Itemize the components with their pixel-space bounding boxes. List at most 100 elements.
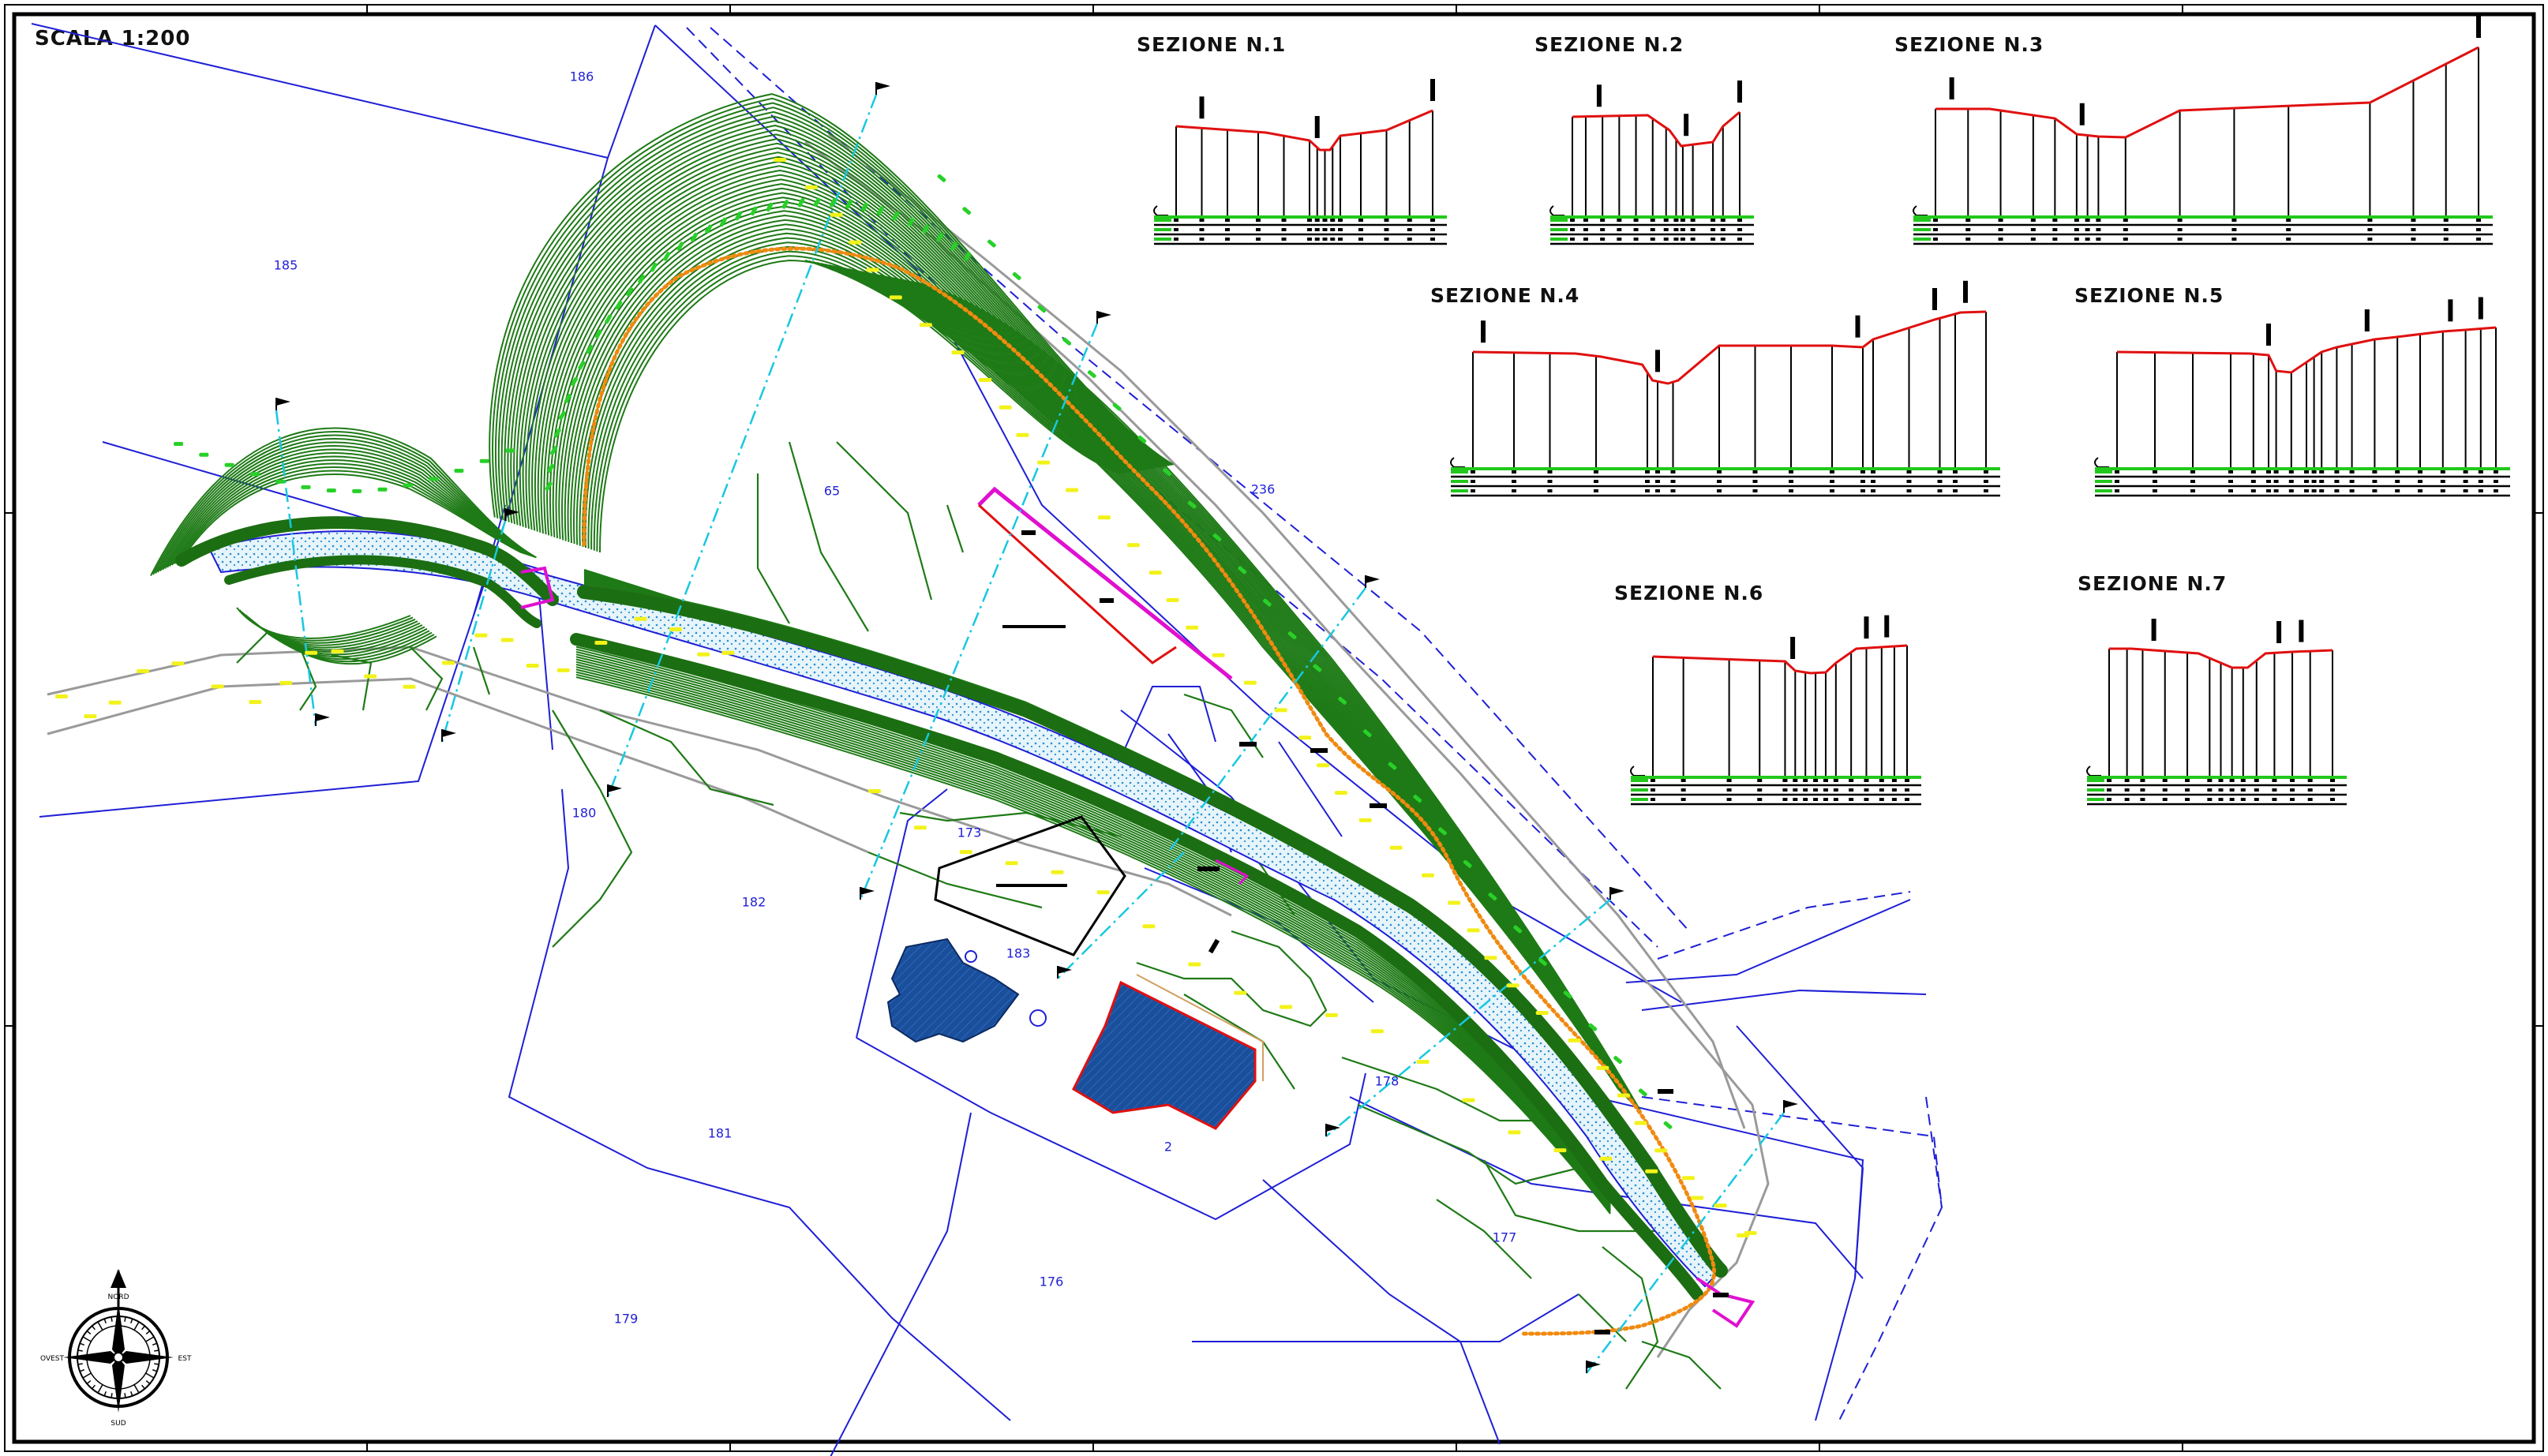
table-cell-mark (2177, 228, 2183, 231)
table-row-label (1154, 219, 1171, 222)
table-cell-mark (1199, 228, 1205, 231)
table-cell-mark (2476, 238, 2481, 241)
table-cell-mark (1891, 798, 1897, 801)
table-cell-mark (2123, 228, 2128, 231)
table-cell-mark (2307, 779, 2313, 782)
parcel-label-182: 182 (741, 894, 766, 910)
section-1 (1153, 79, 1447, 245)
plan-drawing: NORD SUD EST OVEST (4, 4, 2544, 1456)
table-cell-mark (1512, 480, 1516, 483)
table-cell-mark (1813, 788, 1819, 792)
table-cell-mark (2124, 779, 2130, 782)
table-cell-mark (2228, 489, 2233, 492)
table-cell-mark (2240, 788, 2246, 792)
parcel-label-176: 176 (1039, 1274, 1064, 1289)
table-cell-mark (1690, 238, 1696, 241)
table-cell-mark (2107, 798, 2111, 801)
table-cell-mark (2052, 228, 2058, 231)
table-cell-mark (2440, 489, 2445, 492)
table-cell-mark (2307, 788, 2313, 792)
table-cell-mark (1547, 480, 1553, 483)
table-cell-mark (2418, 480, 2422, 483)
table-cell-mark (2418, 470, 2422, 473)
table-row-label (1451, 489, 1468, 492)
cross-sections (1153, 16, 2510, 806)
table-cell-mark (1570, 238, 1575, 241)
table-cell-mark (1813, 779, 1819, 782)
table-row-label (1154, 238, 1171, 241)
table-cell-mark (2334, 489, 2340, 492)
table-cell-mark (1307, 228, 1312, 231)
table-cell-mark (1583, 219, 1588, 222)
table-cell-mark (1384, 219, 1389, 222)
table-cell-mark (2030, 228, 2036, 231)
table-cell-mark (1594, 480, 1598, 483)
table-cell-mark (1673, 238, 1679, 241)
section-title-7: SEZIONE N.7 (2078, 572, 2228, 595)
table-cell-mark (1471, 470, 1475, 473)
table-cell-mark (2124, 798, 2130, 801)
table-cell-mark (1871, 470, 1875, 473)
table-cell-mark (2272, 779, 2277, 782)
table-cell-mark (1752, 480, 1758, 483)
table-cell-mark (2185, 798, 2190, 801)
table-cell-mark (2304, 470, 2309, 473)
table-cell-mark (1860, 470, 1865, 473)
parcel-label-180: 180 (571, 805, 597, 821)
parcel-label-65: 65 (823, 483, 841, 499)
table-cell-mark (1737, 238, 1742, 241)
table-row-label (1631, 779, 1648, 782)
table-cell-mark (1471, 480, 1475, 483)
table-cell-mark (1717, 470, 1722, 473)
table-cell-mark (2231, 228, 2237, 231)
table-cell-mark (1726, 779, 1732, 782)
table-cell-mark (2085, 219, 2090, 222)
table-cell-mark (2290, 788, 2295, 792)
table-cell-mark (2349, 470, 2355, 473)
table-cell-mark (1906, 489, 1912, 492)
table-cell-mark (1717, 489, 1722, 492)
table-cell-mark (2254, 798, 2259, 801)
table-cell-mark (1965, 238, 1971, 241)
table-cell-mark (2334, 480, 2340, 483)
table-cell-mark (2231, 238, 2237, 241)
table-cell-mark (1600, 228, 1606, 231)
table-cell-mark (1879, 779, 1884, 782)
table-cell-mark (1358, 219, 1363, 222)
table-cell-mark (1322, 238, 1328, 241)
table-cell-mark (1174, 228, 1178, 231)
table-cell-mark (1737, 228, 1742, 231)
table-cell-mark (2266, 470, 2271, 473)
table-cell-mark (1330, 219, 1336, 222)
table-cell-mark (2162, 798, 2168, 801)
table-cell-mark (1633, 219, 1639, 222)
table-cell-mark (1358, 238, 1363, 241)
table-cell-mark (1430, 228, 1435, 231)
table-cell-mark (1690, 228, 1696, 231)
table-cell-mark (1864, 779, 1869, 782)
table-cell-mark (1860, 489, 1865, 492)
table-cell-mark (2463, 470, 2468, 473)
table-cell-mark (1338, 219, 1343, 222)
parcel-label-177: 177 (1492, 1230, 1517, 1245)
table-cell-mark (2304, 480, 2309, 483)
table-cell-mark (1833, 779, 1838, 782)
table-cell-mark (2411, 228, 2416, 231)
table-cell-mark (2273, 489, 2279, 492)
section-marker (2448, 299, 2453, 322)
table-cell-mark (1984, 489, 1988, 492)
table-cell-mark (1720, 219, 1726, 222)
table-cell-mark (1430, 219, 1435, 222)
table-cell-mark (1199, 238, 1205, 241)
table-cell-mark (1673, 219, 1679, 222)
table-cell-mark (1583, 228, 1588, 231)
table-cell-mark (2107, 779, 2111, 782)
table-cell-mark (1570, 219, 1575, 222)
table-cell-mark (1384, 228, 1389, 231)
section-marker (1932, 288, 1937, 310)
table-cell-mark (2190, 489, 2195, 492)
table-cell-mark (2463, 480, 2468, 483)
frame-ticks (5, 5, 2543, 1451)
table-cell-mark (1717, 480, 1722, 483)
table-cell-mark (2372, 480, 2378, 483)
